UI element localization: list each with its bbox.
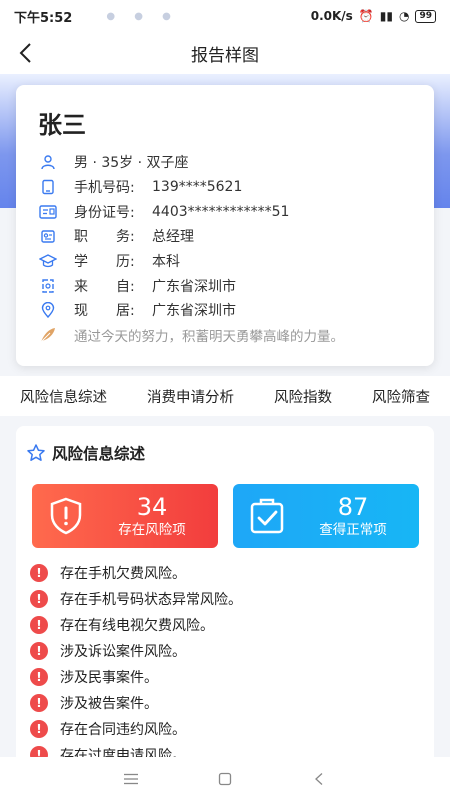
graduation-cap-icon [38, 251, 58, 271]
origin-icon [38, 276, 58, 296]
phone-icon [38, 177, 58, 197]
field-value: 广东省深圳市 [152, 303, 236, 320]
normal-count-card[interactable]: 87 查得正常项 [233, 484, 419, 548]
id-card-icon [38, 202, 58, 222]
tab-risk-summary[interactable]: 风险信息综述 [20, 386, 107, 407]
profile-row-origin: 来 自: 广东省深圳市 [38, 273, 434, 298]
risk-text: 涉及诉讼案件风险。 [60, 644, 186, 660]
field-value: 广东省深圳市 [152, 278, 236, 295]
risk-text: 存在有线电视欠费风险。 [60, 618, 214, 634]
field-label: 职 务: [74, 229, 135, 246]
wifi-icon: ◔ [398, 9, 410, 23]
risk-count-card[interactable]: 34 存在风险项 [32, 484, 218, 548]
risk-count-label: 存在风险项 [118, 522, 186, 538]
star-icon [27, 444, 45, 461]
battery-icon: 99 [415, 9, 436, 23]
section-title-row: 风险信息综述 [26, 442, 145, 464]
profile-row-residence: 现 居: 广东省深圳市 [38, 298, 434, 323]
risk-summary-section: 风险信息综述 34 存在风险项 87 查得正常项 ! 存在手机欠费风险。 ! 存在手… [16, 426, 434, 766]
network-speed: 0.0K/s [310, 9, 353, 23]
risk-text: 涉及民事案件。 [60, 670, 158, 686]
field-value: 4403************51 [152, 203, 290, 220]
alert-icon: ! [30, 694, 48, 712]
profile-motto: 通过今天的努力，积蓄明天勇攀高峰的力量。 [74, 329, 344, 346]
status-bar: 下午5:52 ● ● ● 0.0K/s ⏰ ▮▮ ◔ 99 [0, 0, 450, 32]
menu-icon[interactable] [121, 769, 141, 789]
risk-count-text: 34 存在风险项 [86, 493, 218, 539]
field-label: 现 居: [74, 303, 135, 320]
profile-row-id: 身份证号: 4403************51 [38, 199, 434, 224]
tab-consumption-analysis[interactable]: 消费申请分析 [147, 386, 234, 407]
section-title: 风险信息综述 [52, 445, 146, 463]
list-item: ! 存在合同违约风险。 [30, 716, 420, 742]
notification-dots: ● ● ● [106, 10, 179, 22]
chevron-left-icon[interactable] [14, 40, 40, 66]
status-right: 0.0K/s ⏰ ▮▮ ◔ 99 [311, 9, 436, 23]
briefcase-icon [38, 226, 58, 246]
tab-risk-screening[interactable]: 风险筛查 [372, 386, 430, 407]
alert-icon: ! [30, 564, 48, 582]
top-navbar: 报告样图 [0, 32, 450, 74]
feather-icon [38, 325, 58, 345]
signal-icon: ▮▮ [379, 9, 393, 23]
profile-row-education: 学 历: 本科 [38, 249, 434, 274]
alert-icon: ! [30, 642, 48, 660]
list-item: ! 存在手机欠费风险。 [30, 560, 420, 586]
risk-count: 34 [136, 493, 168, 521]
user-icon [38, 152, 58, 172]
home-icon[interactable] [215, 769, 235, 789]
alert-icon: ! [30, 590, 48, 608]
status-time: 下午5:52 [14, 10, 73, 26]
alarm-icon: ⏰ [358, 9, 374, 23]
list-item: ! 存在有线电视欠费风险。 [30, 612, 420, 638]
list-item: ! 涉及被告案件。 [30, 690, 420, 716]
list-item: ! 涉及诉讼案件风险。 [30, 638, 420, 664]
report-tabs: 风险信息综述 消费申请分析 风险指数 风险筛查 [0, 376, 450, 416]
profile-card: 张三 男 · 35岁 · 双子座 手机号码: 139****5621 身份证号:… [16, 85, 434, 366]
profile-motto-row: 通过今天的努力，积蓄明天勇攀高峰的力量。 [38, 323, 434, 348]
profile-row-phone: 手机号码: 139****5621 [38, 175, 434, 200]
tab-risk-index[interactable]: 风险指数 [274, 386, 332, 407]
alert-icon: ! [30, 616, 48, 634]
field-value: 总经理 [152, 229, 194, 246]
list-item: ! 存在手机号码状态异常风险。 [30, 586, 420, 612]
risk-list: ! 存在手机欠费风险。 ! 存在手机号码状态异常风险。 ! 存在有线电视欠费风险。 !… [30, 560, 420, 764]
location-pin-icon [38, 300, 58, 320]
system-nav-bar [0, 757, 450, 800]
normal-count: 87 [337, 493, 369, 521]
field-label: 手机号码: [74, 180, 135, 197]
field-label: 来 自: [74, 278, 135, 295]
alert-icon: ! [30, 668, 48, 686]
normal-count-text: 87 查得正常项 [287, 493, 419, 539]
alert-icon: ! [30, 720, 48, 738]
profile-basic: 男 · 35岁 · 双子座 [74, 155, 189, 172]
risk-text: 存在合同违约风险。 [60, 722, 186, 738]
risk-text: 存在手机号码状态异常风险。 [60, 592, 242, 608]
profile-row-position: 职 务: 总经理 [38, 224, 434, 249]
profile-basic-row: 男 · 35岁 · 双子座 [38, 150, 434, 175]
list-item: ! 涉及民事案件。 [30, 664, 420, 690]
clipboard-check-icon [250, 498, 284, 534]
profile-name: 张三 [38, 111, 86, 139]
risk-text: 涉及被告案件。 [60, 696, 158, 712]
system-back-icon[interactable] [309, 769, 329, 789]
shield-alert-icon [50, 497, 82, 535]
field-label: 身份证号: [74, 204, 135, 221]
field-value: 139****5621 [152, 179, 243, 196]
field-label: 学 历: [74, 254, 135, 271]
normal-count-label: 查得正常项 [319, 522, 387, 538]
risk-text: 存在手机欠费风险。 [60, 566, 186, 582]
page-title: 报告样图 [191, 45, 259, 66]
field-value: 本科 [152, 254, 180, 271]
